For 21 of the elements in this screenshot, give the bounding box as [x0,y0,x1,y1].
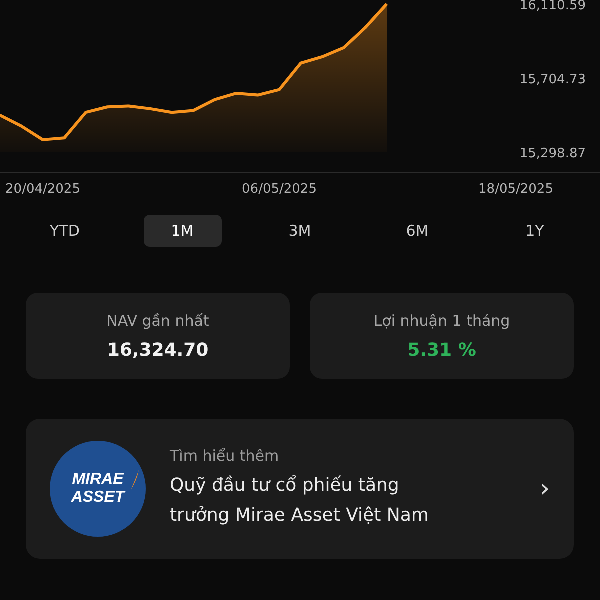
stat-label: Lợi nhuận 1 tháng [374,312,510,330]
stat-value: 16,324.70 [107,340,209,360]
card-caption: Tìm hiểu thêm [170,447,280,465]
period-tab[interactable]: 1Y [496,215,574,247]
chevron-button[interactable]: › [540,474,550,504]
period-tab[interactable]: 3M [261,215,339,247]
fund-card[interactable]: MIRAE ASSET Tìm hiểu thêm Quỹ đầu tư cổ phiếu tăng trưởng Mirae Asset Việt Nam › [26,419,574,559]
stat-value: 5.31 % [408,340,476,360]
x-axis-label: 06/05/2025 [242,182,317,197]
x-axis-label: 20/04/2025 [6,182,80,197]
period-tab[interactable]: 1M [144,215,222,247]
period-tab[interactable]: YTD [26,215,104,247]
swoosh-icon [130,469,140,491]
logo-text: MIRAE ASSET [71,471,125,507]
y-axis-label: 16,110.59 [520,0,586,14]
x-axis-label: 18/05/2025 [478,182,554,197]
fund-title: Quỹ đầu tư cổ phiếu tăng trưởng Mirae Asset Việt Nam [170,474,430,528]
y-axis-label: 15,704.73 [520,72,586,88]
stat-label: NAV gần nhất [106,312,210,330]
y-axis-label: 15,298.87 [520,146,586,162]
period-tab[interactable]: 6M [378,215,456,247]
